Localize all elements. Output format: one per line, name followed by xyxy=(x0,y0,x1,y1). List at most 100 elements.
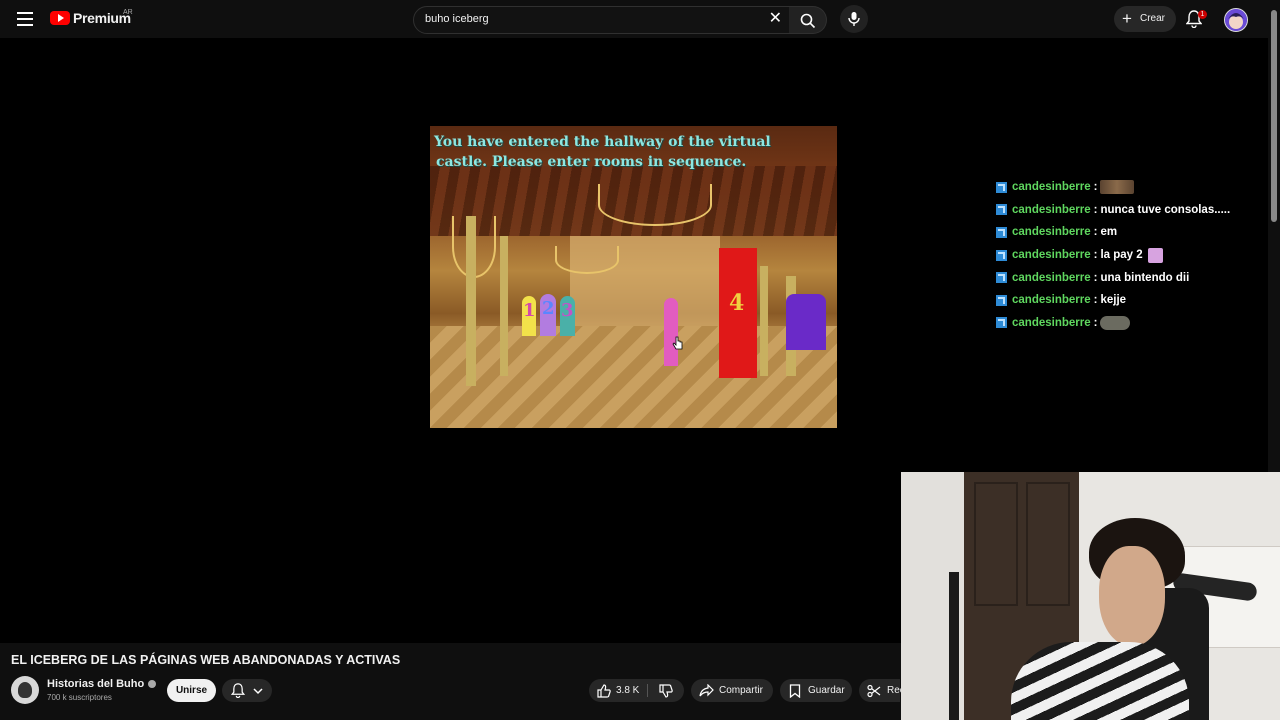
chat-badge-icon xyxy=(996,294,1007,306)
car-emote-icon xyxy=(1100,315,1131,330)
clip-button[interactable]: Rec xyxy=(859,679,905,702)
mouse-cursor-icon xyxy=(672,336,683,350)
bell-icon xyxy=(231,683,245,698)
door-1: 1 xyxy=(522,296,536,336)
chat-username: candesinberre xyxy=(1012,226,1091,239)
chat-separator: : xyxy=(1093,294,1098,307)
chat-message: candesinberre : xyxy=(996,176,1230,199)
notification-badge: 1 xyxy=(1198,10,1207,19)
webcam-person-face xyxy=(1099,546,1165,646)
streamer-webcam-overlay xyxy=(901,472,1280,720)
chandelier xyxy=(598,184,712,226)
like-dislike-group: 3.8 K xyxy=(589,679,684,702)
door-3: 3 xyxy=(560,296,575,336)
chat-username: candesinberre xyxy=(1012,316,1091,329)
chat-username: candesinberre xyxy=(1012,271,1091,284)
like-count[interactable]: 3.8 K xyxy=(616,679,639,702)
door-4: 4 xyxy=(719,248,757,378)
chat-separator: : xyxy=(1093,181,1098,194)
menu-icon[interactable] xyxy=(17,12,33,26)
search-input[interactable]: buho iceberg ✕ xyxy=(413,6,791,34)
webcam-guitar xyxy=(949,572,959,720)
chat-message: candesinberre : una bintendo dii xyxy=(996,266,1230,289)
chevron-down-icon xyxy=(253,688,263,695)
stream-chat-overlay: candesinberre : candesinberre : nunca tu… xyxy=(996,176,1230,334)
chat-text: una bintendo dii xyxy=(1100,271,1190,284)
video-title: EL ICEBERG DE LAS PÁGINAS WEB ABANDONADA… xyxy=(11,653,401,667)
share-button[interactable]: Compartir xyxy=(691,679,773,702)
chat-badge-icon xyxy=(996,226,1007,238)
video-banner-text: You have entered the hallway of the virt… xyxy=(434,132,834,172)
video-frame-castle-hallway: 1 2 3 4 You have entered the hallway of … xyxy=(430,126,837,428)
chandelier xyxy=(555,246,619,274)
subscription-notifications-button[interactable] xyxy=(222,679,272,702)
door-2: 2 xyxy=(540,294,556,336)
chat-separator: : xyxy=(1093,249,1098,262)
like-divider xyxy=(647,684,648,697)
banner-line-2: castle. Please enter rooms in sequence. xyxy=(436,154,747,170)
faces-emote-icon xyxy=(1100,180,1135,195)
verified-check-icon xyxy=(148,680,157,689)
search-button[interactable] xyxy=(789,6,827,34)
chat-separator: : xyxy=(1093,203,1098,216)
door-number-4: 4 xyxy=(729,290,745,316)
banner-line-1: You have entered the hallway of the virt… xyxy=(434,134,771,150)
chat-text: kejje xyxy=(1100,294,1127,307)
door-number-3: 3 xyxy=(561,300,574,321)
voice-search-button[interactable] xyxy=(840,5,868,33)
search-icon xyxy=(800,13,816,29)
share-label: Compartir xyxy=(719,685,763,696)
plus-icon: + xyxy=(1122,9,1132,28)
video-info-bar: EL ICEBERG DE LAS PÁGINAS WEB ABANDONADA… xyxy=(0,643,905,720)
chat-message: candesinberre : la pay 2 xyxy=(996,244,1230,267)
chat-message: candesinberre : em xyxy=(996,221,1230,244)
chat-username: candesinberre xyxy=(1012,203,1091,216)
like-thumb-icon[interactable] xyxy=(597,684,611,698)
door-number-2: 2 xyxy=(542,298,555,319)
chat-text: la pay 2 xyxy=(1100,249,1143,262)
chat-separator: : xyxy=(1093,316,1098,329)
chat-message: candesinberre : xyxy=(996,312,1230,335)
pillar xyxy=(760,266,768,376)
microphone-icon xyxy=(848,12,860,26)
pillar xyxy=(466,216,476,386)
clear-search-icon[interactable]: ✕ xyxy=(769,11,782,27)
chat-username: candesinberre xyxy=(1012,181,1091,194)
dislike-thumb-icon[interactable] xyxy=(659,684,673,698)
share-arrow-icon xyxy=(699,684,714,697)
save-button[interactable]: Guardar xyxy=(780,679,852,702)
webcam-person-shirt xyxy=(1011,642,1189,720)
chat-badge-icon xyxy=(996,249,1007,261)
chat-username: candesinberre xyxy=(1012,249,1091,262)
chat-message: candesinberre : nunca tuve consolas..... xyxy=(996,199,1230,222)
bookmark-icon xyxy=(789,684,801,698)
chat-badge-icon xyxy=(996,317,1007,329)
channel-name[interactable]: Historias del Buho xyxy=(47,678,157,690)
chat-message: candesinberre : kejje xyxy=(996,289,1230,312)
account-avatar[interactable] xyxy=(1224,8,1248,32)
chat-text: em xyxy=(1100,226,1118,239)
subscriber-count: 700 k suscriptores xyxy=(47,693,112,702)
chat-badge-icon xyxy=(996,181,1007,193)
channel-name-text[interactable]: Historias del Buho xyxy=(47,678,144,690)
pillar xyxy=(500,236,508,376)
channel-avatar[interactable] xyxy=(11,676,39,704)
masthead: Premium AR buho iceberg ✕ + Crear 1 xyxy=(0,0,1268,38)
chat-separator: : xyxy=(1093,271,1098,284)
save-label: Guardar xyxy=(808,685,845,696)
create-button[interactable]: + Crear xyxy=(1114,6,1176,32)
scrollbar-thumb[interactable] xyxy=(1271,10,1277,222)
join-button[interactable]: Unirse xyxy=(167,679,216,702)
pink-emote-icon xyxy=(1147,247,1163,263)
youtube-premium-logo[interactable]: Premium AR xyxy=(50,9,133,26)
avatar-image xyxy=(1225,9,1247,31)
search-query[interactable]: buho iceberg xyxy=(425,13,489,25)
chat-badge-icon xyxy=(996,204,1007,216)
chat-badge-icon xyxy=(996,272,1007,284)
scissors-icon xyxy=(867,684,881,698)
pink-door xyxy=(664,298,678,366)
youtube-play-icon xyxy=(50,11,70,25)
purple-door xyxy=(786,294,826,350)
create-label: Crear xyxy=(1140,13,1166,24)
door-number-1: 1 xyxy=(523,300,536,321)
